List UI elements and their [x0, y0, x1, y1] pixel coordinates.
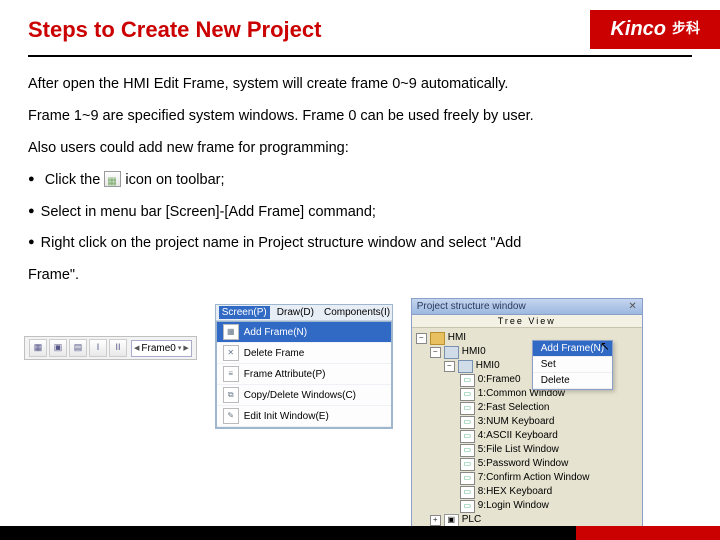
frame-selector[interactable]: ◀ Frame0 ▾ ▶	[131, 340, 192, 357]
menu-add-frame[interactable]: ▦Add Frame(N)	[217, 322, 391, 343]
window-icon: ▭	[460, 486, 475, 499]
window-icon: ▭	[460, 472, 475, 485]
close-icon[interactable]: ✕	[628, 301, 636, 312]
window-icon: ▭	[460, 416, 475, 429]
context-delete[interactable]: Delete	[533, 373, 612, 389]
context-set[interactable]: Set	[533, 357, 612, 373]
tree-item[interactable]: ▭2:Fast Selection	[416, 401, 638, 415]
tree-item[interactable]: ▭8:HEX Keyboard	[416, 485, 638, 499]
delete-icon: ✕	[223, 345, 239, 361]
add-icon: ▦	[223, 324, 239, 340]
toolbar-icon[interactable]: ▦	[29, 339, 47, 357]
menu-edit-init[interactable]: ✎Edit Init Window(E)	[217, 406, 391, 427]
project-tree-screenshot: Project structure window ✕ Tree View −HM…	[411, 298, 643, 531]
page-title: Steps to Create New Project	[28, 17, 321, 43]
attr-icon: ≡	[223, 366, 239, 382]
zoom-in-icon[interactable]: I	[89, 339, 107, 357]
plc-icon: ▣	[444, 514, 459, 527]
zoom-out-icon[interactable]: II	[109, 339, 127, 357]
tree-item[interactable]: ▭9:Login Window	[416, 499, 638, 513]
menu-delete-frame[interactable]: ✕Delete Frame	[217, 343, 391, 364]
dropdown-menu: ▦Add Frame(N) ✕Delete Frame ≡Frame Attri…	[216, 321, 392, 428]
window-icon: ▭	[460, 402, 475, 415]
bullet-rightclick: Right click on the project name in Proje…	[28, 228, 692, 260]
tree-item[interactable]: ▭4:ASCII Keyboard	[416, 429, 638, 443]
toolbar-screenshot: ▦ ▣ ▤ I II ◀ Frame0 ▾ ▶	[24, 336, 197, 360]
toolbar-icon[interactable]: ▣	[49, 339, 67, 357]
tree-item[interactable]: ▭5:File List Window	[416, 443, 638, 457]
folder-icon	[430, 332, 445, 345]
menu-screen[interactable]: Screen(P)	[219, 306, 270, 319]
tree-item[interactable]: ▭7:Confirm Action Window	[416, 471, 638, 485]
add-frame-icon	[104, 171, 121, 187]
window-icon: ▭	[460, 430, 475, 443]
window-icon: ▭	[460, 500, 475, 513]
collapse-icon[interactable]: −	[444, 361, 455, 372]
tree-view-label: Tree View	[412, 315, 642, 328]
window-icon: ▭	[460, 388, 475, 401]
bullet-toolbar: Click the icon on toolbar;	[28, 165, 692, 197]
menu-screenshot: Screen(P) Draw(D) Components(I) ▦Add Fra…	[215, 304, 393, 429]
menu-frame-attr[interactable]: ≡Frame Attribute(P)	[217, 364, 391, 385]
window-icon: ▭	[460, 444, 475, 457]
collapse-icon[interactable]: −	[430, 347, 441, 358]
footer-bar	[0, 526, 720, 540]
brand-badge: Kinco步科	[590, 10, 720, 49]
cursor-icon: ↖	[600, 339, 610, 353]
menu-draw[interactable]: Draw(D)	[274, 306, 317, 319]
menu-components[interactable]: Components(I)	[321, 306, 393, 319]
hmi-icon	[444, 346, 459, 359]
tree-item[interactable]: ▭3:NUM Keyboard	[416, 415, 638, 429]
edit-icon: ✎	[223, 408, 239, 424]
tree-item[interactable]: ▭5:Password Window	[416, 457, 638, 471]
tree-title: Project structure window	[417, 301, 526, 312]
copy-icon: ⧉	[223, 387, 239, 403]
hmi-icon	[458, 360, 473, 373]
expand-icon[interactable]: +	[430, 515, 441, 526]
window-icon: ▭	[460, 458, 475, 471]
collapse-icon[interactable]: −	[416, 333, 427, 344]
menu-copy-windows[interactable]: ⧉Copy/Delete Windows(C)	[217, 385, 391, 406]
body-text: After open the HMI Edit Frame, system wi…	[0, 57, 720, 292]
bullet-menu: Select in menu bar [Screen]-[Add Frame] …	[28, 197, 692, 229]
toolbar-icon[interactable]: ▤	[69, 339, 87, 357]
window-icon: ▭	[460, 374, 475, 387]
